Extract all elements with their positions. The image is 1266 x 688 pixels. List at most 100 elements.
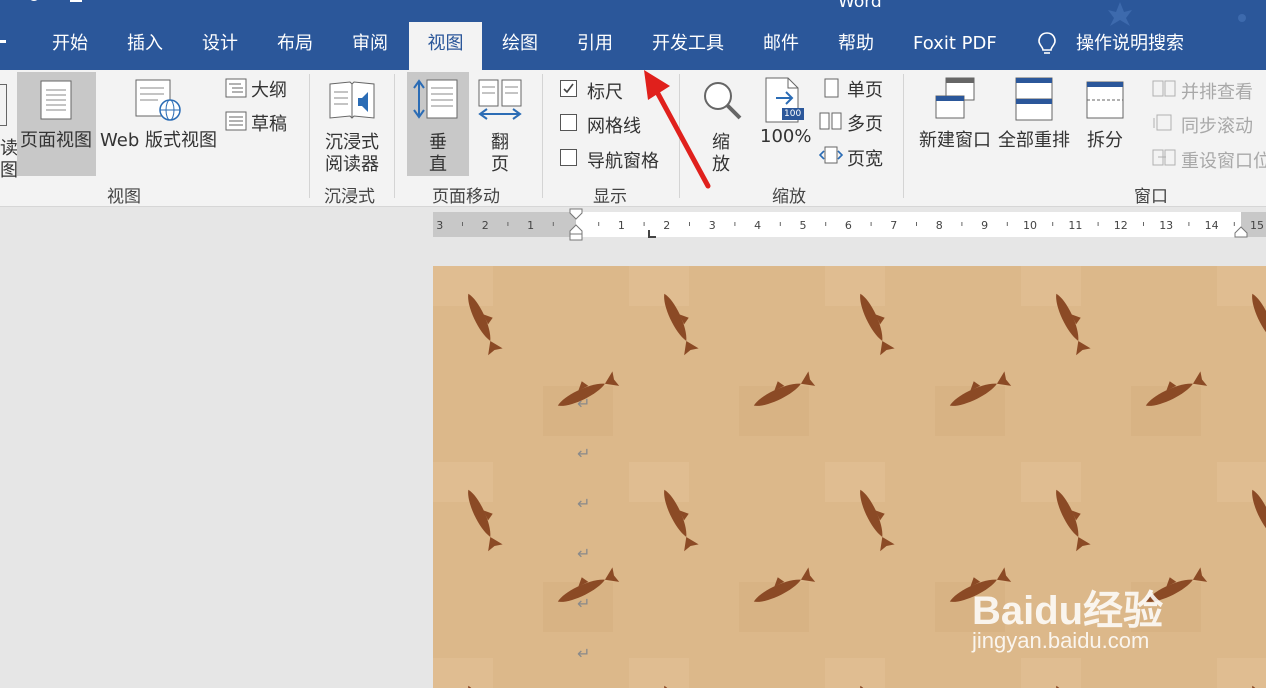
gridlines-label[interactable]: 网格线 (587, 112, 641, 138)
ruler-label: 1 (618, 219, 625, 232)
gridlines-checkbox[interactable] (560, 114, 577, 131)
ruler-checkbox[interactable] (560, 80, 577, 97)
left-tab-stop-icon[interactable] (647, 230, 657, 239)
ruler-label: 7 (890, 219, 897, 232)
group-divider (903, 74, 904, 198)
synchronous-scrolling-button[interactable]: 同步滚动 (1181, 112, 1253, 138)
checkmark-icon (563, 83, 574, 94)
tab-foxit-pdf[interactable]: Foxit PDF (913, 22, 997, 70)
outline-button[interactable]: 大纲 (251, 76, 287, 102)
paragraph-mark: ↵ (577, 494, 591, 513)
print-layout-icon (40, 80, 72, 120)
draft-button[interactable]: 草稿 (251, 110, 287, 136)
arrange-all-button[interactable]: 全部重排 (998, 126, 1070, 152)
multiple-pages-button[interactable]: 多页 (847, 110, 883, 136)
paragraph-mark: ↵ (577, 444, 591, 463)
one-page-icon (824, 78, 839, 98)
view-side-by-side-button[interactable]: 并排查看 (1181, 78, 1253, 104)
paragraph-mark: ↵ (577, 544, 591, 563)
tab-developer[interactable]: 开发工具 (652, 22, 724, 70)
new-window-icon (935, 77, 975, 119)
draft-icon (225, 111, 247, 131)
tab-design[interactable]: 设计 (202, 22, 238, 70)
multiple-pages-icon (819, 112, 842, 130)
ruler-label: 12 (1114, 219, 1128, 232)
ruler-label[interactable]: 标尺 (587, 78, 623, 104)
file-tab-partial[interactable] (0, 40, 6, 43)
ruler-label: 5 (800, 219, 807, 232)
reset-window-position-button[interactable]: 重设窗口位 (1181, 147, 1266, 173)
lightbulb-icon[interactable] (1037, 31, 1057, 57)
ruler-label: 13 (1159, 219, 1173, 232)
outline-icon (225, 78, 247, 98)
right-indent-icon[interactable] (1234, 226, 1248, 238)
read-mode-button-partial[interactable]: 读 图 (0, 76, 18, 181)
vertical-label-2: 直 (429, 154, 447, 175)
split-icon (1086, 81, 1124, 119)
ruler-label: 8 (936, 219, 943, 232)
tab-insert[interactable]: 插入 (127, 22, 163, 70)
print-layout-label: 页面视图 (20, 130, 92, 151)
horizontal-ruler[interactable]: 3 2 1 1 2 3 4 5 6 7 8 9 10 11 12 13 14 15 (433, 208, 1266, 241)
group-divider (309, 74, 310, 198)
group-divider (394, 74, 395, 198)
sync-scroll-icon (1153, 114, 1172, 131)
show-group-label: 显示 (593, 187, 627, 207)
ruler-label: 6 (845, 219, 852, 232)
ruler-label: 15 (1250, 219, 1264, 232)
ruler-label: 11 (1068, 219, 1082, 232)
new-window-button[interactable]: 新建窗口 (919, 126, 991, 152)
ribbon: 读 图 页面视图 Web 版式视图 大纲 草稿 视图 沉浸式 阅读器 沉浸式 垂… (0, 70, 1266, 207)
tab-view[interactable]: 视图 (409, 22, 482, 70)
watermark-url: jingyan.baidu.com (972, 628, 1150, 653)
side-to-side-icon (478, 79, 522, 120)
arrange-all-icon (1015, 77, 1053, 121)
one-page-button[interactable]: 单页 (847, 76, 883, 102)
indent-markers-icon[interactable] (569, 208, 583, 242)
paragraph-mark: ↵ (577, 594, 591, 613)
ruler-label: 4 (754, 219, 761, 232)
ruler-label: 3 (709, 219, 716, 232)
immersive-reader-label-2[interactable]: 阅读器 (325, 150, 379, 176)
ruler-label: 14 (1205, 219, 1219, 232)
ruler-label: 2 (482, 219, 489, 232)
navigation-pane-checkbox[interactable] (560, 149, 577, 166)
reset-window-position-icon (1152, 149, 1176, 166)
split-button[interactable]: 拆分 (1087, 126, 1123, 152)
tab-mailings[interactable]: 邮件 (763, 22, 799, 70)
ruler-scale: 3 2 1 1 2 3 4 5 6 7 8 9 10 11 12 13 14 15 (436, 219, 1264, 232)
tab-review[interactable]: 审阅 (352, 22, 388, 70)
window-group-label: 窗口 (1134, 187, 1168, 207)
tab-draw[interactable]: 绘图 (502, 22, 538, 70)
ruler-label: 1 (527, 219, 534, 232)
tab-layout[interactable]: 布局 (277, 22, 313, 70)
side-to-side-label-2[interactable]: 页 (491, 150, 509, 176)
ruler-label: 9 (981, 219, 988, 232)
page-width-icon (819, 146, 843, 164)
immersive-reader-icon (329, 81, 375, 119)
title-dot-icon (1238, 14, 1246, 22)
ruler-label: 3 (436, 219, 443, 232)
paragraph-mark: ↵ (577, 394, 591, 413)
page-movement-group-label: 页面移动 (432, 187, 500, 207)
zoom-100-badge: 100 (784, 109, 802, 119)
tell-me-search[interactable]: 操作说明搜索 (1076, 22, 1184, 70)
page-width-button[interactable]: 页宽 (847, 145, 883, 171)
views-group-label: 视图 (107, 187, 141, 207)
group-divider (542, 74, 543, 198)
window-title: Word (838, 0, 882, 12)
web-layout-button[interactable]: Web 版式视图 (100, 126, 217, 152)
zoom-group-label: 缩放 (772, 187, 806, 207)
ruler-label: 2 (663, 219, 670, 232)
red-annotation-arrow-icon (644, 70, 711, 189)
zoom-100-button[interactable]: 100% (760, 126, 811, 147)
tab-help[interactable]: 帮助 (838, 22, 874, 70)
quick-access-icons[interactable] (20, 0, 90, 6)
immersive-group-label: 沉浸式 (324, 187, 375, 207)
tab-home[interactable]: 开始 (52, 22, 88, 70)
side-by-side-icon (1152, 80, 1176, 97)
vertical-scroll-icon (413, 79, 458, 119)
ruler-label: 10 (1023, 219, 1037, 232)
title-bar: Word 开始 插入 设计 布局 审阅 视图 绘图 引用 开发工具 邮件 帮助 … (0, 0, 1266, 70)
tab-references[interactable]: 引用 (577, 22, 613, 70)
